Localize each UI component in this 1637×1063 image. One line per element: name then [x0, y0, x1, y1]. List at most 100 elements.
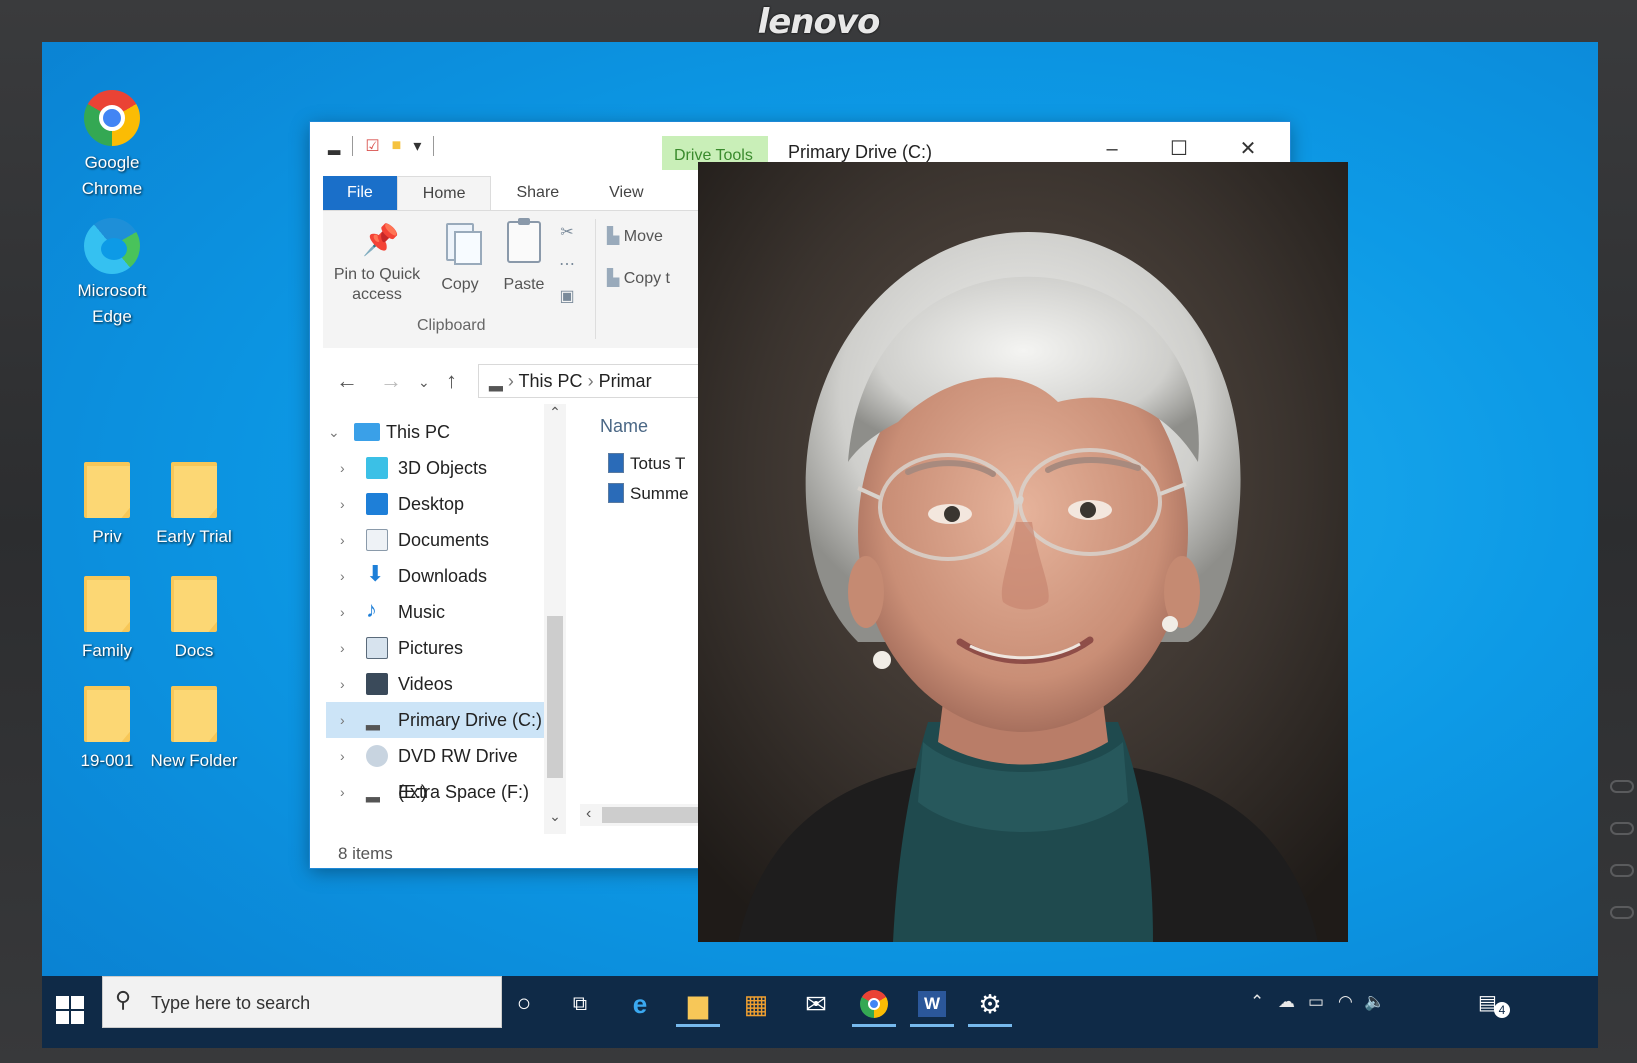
video-icon: [366, 673, 388, 695]
new-folder-icon[interactable]: ■: [392, 137, 402, 155]
task-view-icon[interactable]: ⧉: [562, 988, 598, 1020]
start-button[interactable]: [56, 996, 86, 1026]
folder-icon: [84, 686, 130, 742]
onedrive-icon[interactable]: ☁: [1278, 992, 1295, 1012]
tab-share[interactable]: Share: [491, 176, 584, 210]
tree-item-downloads[interactable]: › ⬇ Downloads: [310, 558, 538, 594]
tree-item-videos[interactable]: › Videos: [310, 666, 538, 702]
file-row[interactable]: Totus T: [608, 450, 685, 478]
close-button[interactable]: ✕: [1228, 136, 1268, 162]
desktop-folder-new-folder[interactable]: New Folder: [144, 686, 244, 774]
edge-icon[interactable]: e: [622, 988, 658, 1020]
file-name: Summe: [630, 484, 689, 503]
tree-item-primary-drive[interactable]: › ▂ Primary Drive (C:): [326, 702, 544, 738]
desktop: Google Chrome Microsoft Edge Priv Early …: [42, 42, 1598, 1048]
chevron-down-icon[interactable]: ⌄: [328, 414, 340, 450]
breadcrumb-this-pc[interactable]: This PC: [519, 371, 583, 391]
folder-icon: [84, 576, 130, 632]
chrome-icon[interactable]: [856, 988, 892, 1020]
copy-to-button[interactable]: ▙ Copy t: [607, 269, 670, 289]
tree-item-extra-space[interactable]: › ▂ Extra Space (F:): [310, 774, 538, 810]
chevron-right-icon[interactable]: ›: [340, 630, 345, 666]
scroll-up-icon[interactable]: ⌃: [544, 404, 566, 421]
desktop-folder-family[interactable]: Family: [57, 576, 157, 664]
tab-file[interactable]: File: [323, 176, 397, 210]
tree-scrollbar[interactable]: ⌃ ⌄: [544, 404, 566, 834]
recent-locations-button[interactable]: ⌄: [418, 374, 430, 391]
copy-path-icon[interactable]: ⋯: [557, 255, 577, 275]
breadcrumb-primary-drive[interactable]: Primar: [599, 371, 652, 391]
chevron-right-icon[interactable]: ›: [340, 594, 345, 630]
scroll-down-icon[interactable]: ⌄: [544, 808, 566, 825]
desktop-icon-chrome[interactable]: Google Chrome: [62, 90, 162, 202]
cortana-icon[interactable]: ○: [506, 988, 542, 1020]
properties-icon[interactable]: ☑: [365, 136, 379, 156]
monitor-button[interactable]: [1610, 864, 1634, 877]
tree-item-dvd-drive[interactable]: › DVD RW Drive (E:): [310, 738, 538, 802]
tree-item-desktop[interactable]: › Desktop: [310, 486, 538, 522]
maximize-button[interactable]: ☐: [1159, 136, 1199, 162]
file-explorer-icon[interactable]: ▆: [680, 988, 716, 1020]
back-button[interactable]: ←: [336, 368, 358, 394]
tab-home[interactable]: Home: [396, 176, 492, 210]
tree-item-this-pc[interactable]: ⌄ This PC: [310, 414, 538, 450]
chevron-right-icon[interactable]: ›: [340, 774, 345, 810]
status-bar-item-count: 8 items: [338, 844, 393, 863]
chevron-right-icon[interactable]: ›: [340, 666, 345, 702]
chevron-right-icon[interactable]: ›: [340, 486, 345, 522]
desktop-icon: [366, 493, 388, 515]
drive-icon: ▂: [366, 710, 380, 730]
edge-icon: [84, 218, 140, 274]
monitor-button[interactable]: [1610, 906, 1634, 919]
tree-item-pictures[interactable]: › Pictures: [310, 630, 538, 666]
search-box[interactable]: ⚲ Type here to search: [102, 976, 502, 1028]
desktop-folder-docs[interactable]: Docs: [144, 576, 244, 664]
quick-access-toolbar: ▂ ☑ ■ ▾: [328, 136, 435, 156]
column-header-name[interactable]: Name: [600, 416, 648, 437]
chevron-right-icon[interactable]: ›: [340, 702, 345, 738]
show-hidden-icons-icon[interactable]: ⌃: [1250, 992, 1264, 1012]
chevron-right-icon[interactable]: ›: [340, 522, 345, 558]
up-button[interactable]: ↑: [446, 368, 457, 394]
tree-item-3d-objects[interactable]: › 3D Objects: [310, 450, 538, 486]
music-icon: ♪: [366, 597, 377, 622]
word-icon[interactable]: W: [914, 988, 950, 1020]
desktop-icon-label: New Folder: [150, 751, 238, 770]
desktop-folder-early-trial[interactable]: Early Trial: [144, 462, 244, 550]
image-file-icon: [608, 483, 624, 503]
chevron-right-icon[interactable]: ›: [340, 558, 345, 594]
chevron-right-icon[interactable]: ›: [340, 738, 345, 774]
tree-item-documents[interactable]: › Documents: [310, 522, 538, 558]
volume-icon[interactable]: 🔈: [1364, 992, 1385, 1012]
customize-toolbar-icon[interactable]: ▾: [413, 136, 421, 156]
paste-button[interactable]: Paste: [497, 218, 551, 295]
tab-view[interactable]: View: [584, 176, 668, 210]
file-row[interactable]: Summe: [608, 480, 689, 508]
wifi-icon[interactable]: ◠: [1338, 992, 1353, 1012]
paste-shortcut-icon[interactable]: ▣: [557, 287, 577, 307]
brand-logo: lenovo: [757, 2, 881, 42]
tree-item-music[interactable]: › ♪ Music: [310, 594, 538, 630]
desktop-folder-priv[interactable]: Priv: [57, 462, 157, 550]
dvd-icon: [366, 745, 388, 767]
forward-button[interactable]: →: [380, 368, 402, 394]
chevron-right-icon[interactable]: ›: [340, 450, 345, 486]
pin-to-quick-access-button[interactable]: 📌 Pin to Quick access: [329, 223, 425, 305]
action-center-button[interactable]: ▤ 4: [1478, 990, 1510, 1018]
copy-button[interactable]: Copy: [435, 223, 485, 295]
store-icon[interactable]: ▦: [738, 988, 774, 1020]
monitor-button[interactable]: [1610, 822, 1634, 835]
minimize-button[interactable]: –: [1092, 136, 1132, 162]
scrollbar-thumb[interactable]: [547, 616, 563, 778]
scroll-left-icon[interactable]: ‹: [586, 805, 591, 823]
battery-icon[interactable]: ▭: [1308, 992, 1324, 1012]
settings-icon[interactable]: ⚙: [972, 988, 1008, 1020]
move-to-button[interactable]: ▙ Move: [607, 227, 663, 247]
desktop-icon-edge[interactable]: Microsoft Edge: [62, 218, 162, 330]
cut-icon[interactable]: ✂: [557, 223, 577, 243]
mail-icon[interactable]: ✉: [798, 988, 834, 1020]
desktop-icon-label: Early Trial: [156, 527, 232, 546]
desktop-folder-19-001[interactable]: 19-001: [57, 686, 157, 774]
monitor-button[interactable]: [1610, 780, 1634, 793]
active-app-indicator: [910, 1024, 954, 1027]
